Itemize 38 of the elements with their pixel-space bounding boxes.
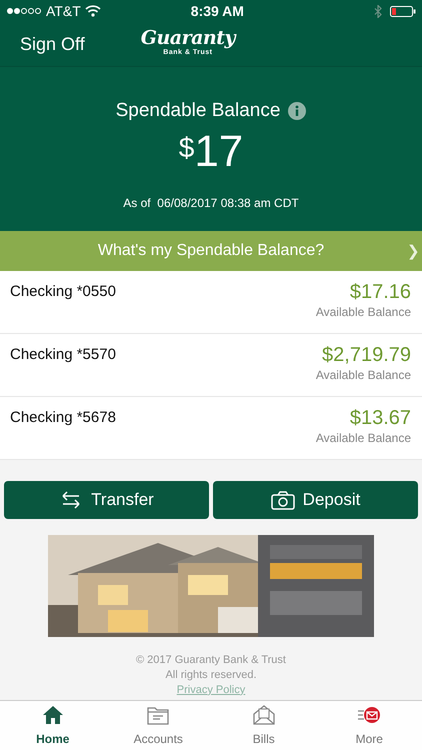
account-name: Checking *0550 <box>10 282 116 302</box>
deposit-button[interactable]: Deposit <box>213 481 418 519</box>
as-of-date: As of 06/08/2017 08:38 am CDT <box>123 194 299 212</box>
balance-label: Available Balance <box>316 304 411 321</box>
account-balance: $13.67 <box>350 407 411 429</box>
info-icon[interactable] <box>288 102 306 120</box>
tab-bar-item[interactable]: Accounts <box>106 701 211 750</box>
folder-icon <box>147 705 170 725</box>
chevron-icon: ❯ <box>407 241 420 264</box>
rights-text: All rights reserved. <box>165 668 257 683</box>
balance-amount: $17 <box>178 130 244 174</box>
account-balance: $2,719.79 <box>322 344 411 366</box>
logo-wordmark: Guaranty <box>140 29 236 48</box>
balance-label: Available Balance <box>316 367 411 384</box>
account-name: Checking *5570 <box>10 345 116 365</box>
bluetooth-icon <box>374 4 382 18</box>
camera-icon <box>270 490 295 510</box>
envelope-icon <box>252 705 275 725</box>
account-row[interactable]: Checking *5570 $2,719.79 Available Balance <box>0 334 422 397</box>
tab-bar-item[interactable]: More <box>316 701 422 750</box>
account-row[interactable]: Checking *5678 $13.67 Available Balance <box>0 397 422 460</box>
copyright-text: © 2017 Guaranty Bank & Trust <box>136 653 286 668</box>
transfer-button[interactable]: Transfer <box>4 481 209 519</box>
carrier-name: AT&T <box>46 2 81 20</box>
battery-icon <box>390 6 416 16</box>
balance-title: Spendable Balance <box>116 99 280 123</box>
home-icon <box>42 705 64 725</box>
signal-icon <box>6 6 42 16</box>
wifi-icon <box>84 5 101 17</box>
status-time: 8:39 AM <box>190 2 245 20</box>
account-row[interactable]: Checking *0550 $17.16 Available Balance <box>0 271 422 334</box>
balance-label: Available Balance <box>316 430 411 447</box>
tab-bar-item[interactable]: Bills <box>211 701 316 750</box>
account-name: Checking *5678 <box>10 408 116 428</box>
sign-off-button[interactable]: Sign Off <box>20 30 85 58</box>
tab-bar-item[interactable]: Home <box>0 701 106 750</box>
account-balance: $17.16 <box>350 281 411 303</box>
mail-badge-icon <box>358 705 380 725</box>
